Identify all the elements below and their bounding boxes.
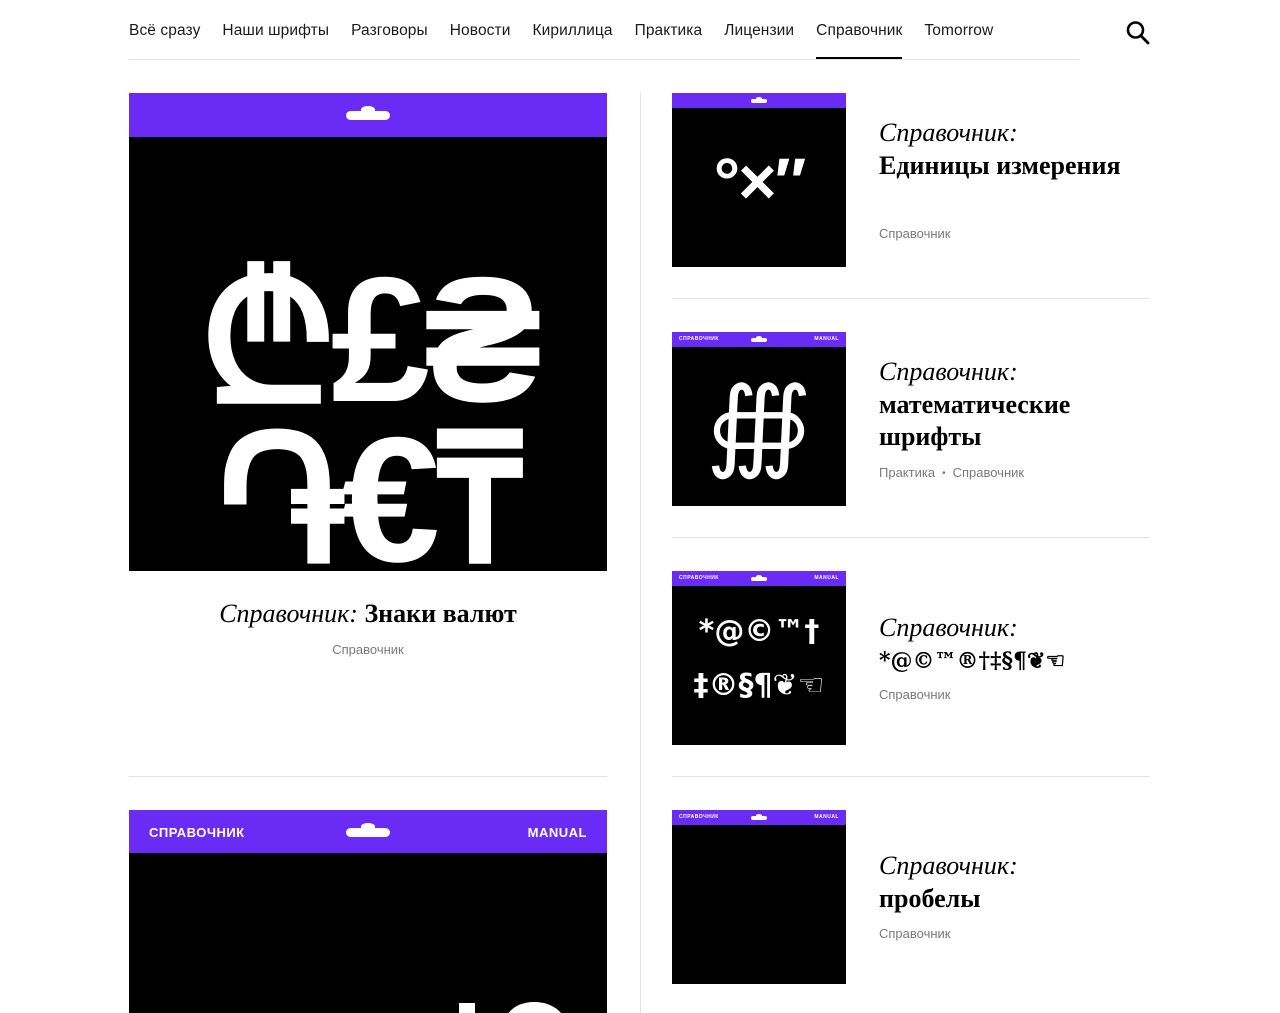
band-label-left: СПРАВОЧНИК: [679, 814, 719, 820]
search-icon[interactable]: [1126, 20, 1150, 46]
band-label-left: СПРАВОЧНИК: [149, 825, 245, 840]
nav-item-practice[interactable]: Практика: [635, 22, 703, 40]
article-cover-spaces[interactable]: СПРАВОЧНИК MANUAL: [672, 810, 846, 984]
cover-symbols: °×″: [713, 144, 807, 218]
nav-item-licenses[interactable]: Лицензии: [724, 22, 794, 40]
nav-menu: Всё сразу Наши шрифты Разговоры Новости …: [129, 22, 1015, 60]
nav-item-cyrillic[interactable]: Кириллица: [532, 22, 612, 40]
tag-link[interactable]: Справочник: [879, 687, 951, 702]
hanger-icon: [346, 111, 390, 120]
column-divider: [640, 93, 641, 1013]
cover-symbols-line2: ‡®§¶❦☜: [693, 668, 825, 703]
title-main: Знаки валют: [364, 599, 517, 628]
nav-divider: [129, 59, 1079, 60]
cover-glyph-partial: [459, 1002, 562, 1013]
band-label-left: СПРАВОЧНИК: [679, 575, 719, 581]
article-cover-math[interactable]: СПРАВОЧНИК MANUAL ∰: [672, 332, 846, 506]
hanger-icon: [751, 338, 767, 342]
tag-link[interactable]: Практика: [879, 465, 935, 480]
article-title-currency[interactable]: Справочник: Знаки валют: [129, 598, 607, 630]
card-separator: [672, 298, 1150, 299]
top-navigation: Всё сразу Наши шрифты Разговоры Новости …: [129, 0, 1150, 61]
nav-item-our-fonts[interactable]: Наши шрифты: [222, 22, 329, 40]
nav-item-news[interactable]: Новости: [450, 22, 511, 40]
title-prefix: Справочник:: [879, 357, 1018, 386]
band-label-left: СПРАВОЧНИК: [679, 336, 719, 342]
card-separator: [672, 537, 1150, 538]
title-prefix: Справочник:: [879, 613, 1018, 642]
article-title-symbols[interactable]: Справочник: *@©™®†‡§¶❦☜: [879, 612, 1129, 677]
article-cover-units[interactable]: °×″: [672, 93, 846, 267]
hanger-icon: [751, 816, 767, 820]
title-main: математические шрифты: [879, 389, 1071, 452]
title-prefix: Справочник:: [219, 599, 358, 628]
article-cover-currency[interactable]: ₾£₴ ֏€₸: [129, 93, 607, 571]
band-label-right: MANUAL: [814, 336, 839, 342]
nav-item-reference[interactable]: Справочник: [816, 22, 903, 60]
article-cover-next[interactable]: СПРАВОЧНИК MANUAL: [129, 810, 607, 1013]
tag-separator-dot: •: [942, 468, 946, 479]
article-cover-symbols[interactable]: СПРАВОЧНИК MANUAL *@©™† ‡®§¶❦☜: [672, 571, 846, 745]
hanger-icon: [751, 577, 767, 581]
article-tag[interactable]: Справочник: [129, 642, 607, 657]
cover-symbols: ∰: [706, 365, 812, 482]
card-separator: [672, 776, 1150, 777]
article-title-spaces[interactable]: Справочник: пробелы: [879, 850, 1129, 915]
nav-item-tomorrow[interactable]: Tomorrow: [924, 22, 993, 40]
band-label-right: MANUAL: [527, 825, 587, 840]
title-prefix: Справочник:: [879, 851, 1018, 880]
title-main: *@©™®†‡§¶❦☜: [879, 647, 1066, 674]
title-main: Единицы измерения: [879, 150, 1121, 180]
article-tags: Справочник: [879, 926, 951, 941]
nav-item-all[interactable]: Всё сразу: [129, 22, 200, 40]
article-title-units[interactable]: Справочник: Единицы измерения: [879, 117, 1129, 182]
hanger-icon: [346, 828, 390, 837]
title-prefix: Справочник:: [879, 118, 1018, 147]
cover-glyphs-row2: ֏€₸: [216, 400, 526, 572]
nav-item-talks[interactable]: Разговоры: [351, 22, 428, 40]
band-label-right: MANUAL: [814, 575, 839, 581]
article-title-math[interactable]: Справочник: математические шрифты: [879, 356, 1129, 454]
article-tags: Справочник: [879, 687, 951, 702]
cover-symbols-line1: *@©™†: [698, 614, 820, 649]
hanger-icon: [751, 99, 767, 103]
tag-link[interactable]: Справочник: [879, 226, 951, 241]
tag-link[interactable]: Справочник: [879, 926, 951, 941]
article-tags: Практика • Справочник: [879, 465, 1024, 480]
article-separator: [129, 776, 607, 777]
tag-link[interactable]: Справочник: [953, 465, 1025, 480]
article-tags: Справочник: [879, 226, 951, 241]
title-main: пробелы: [879, 883, 981, 913]
band-label-right: MANUAL: [814, 814, 839, 820]
